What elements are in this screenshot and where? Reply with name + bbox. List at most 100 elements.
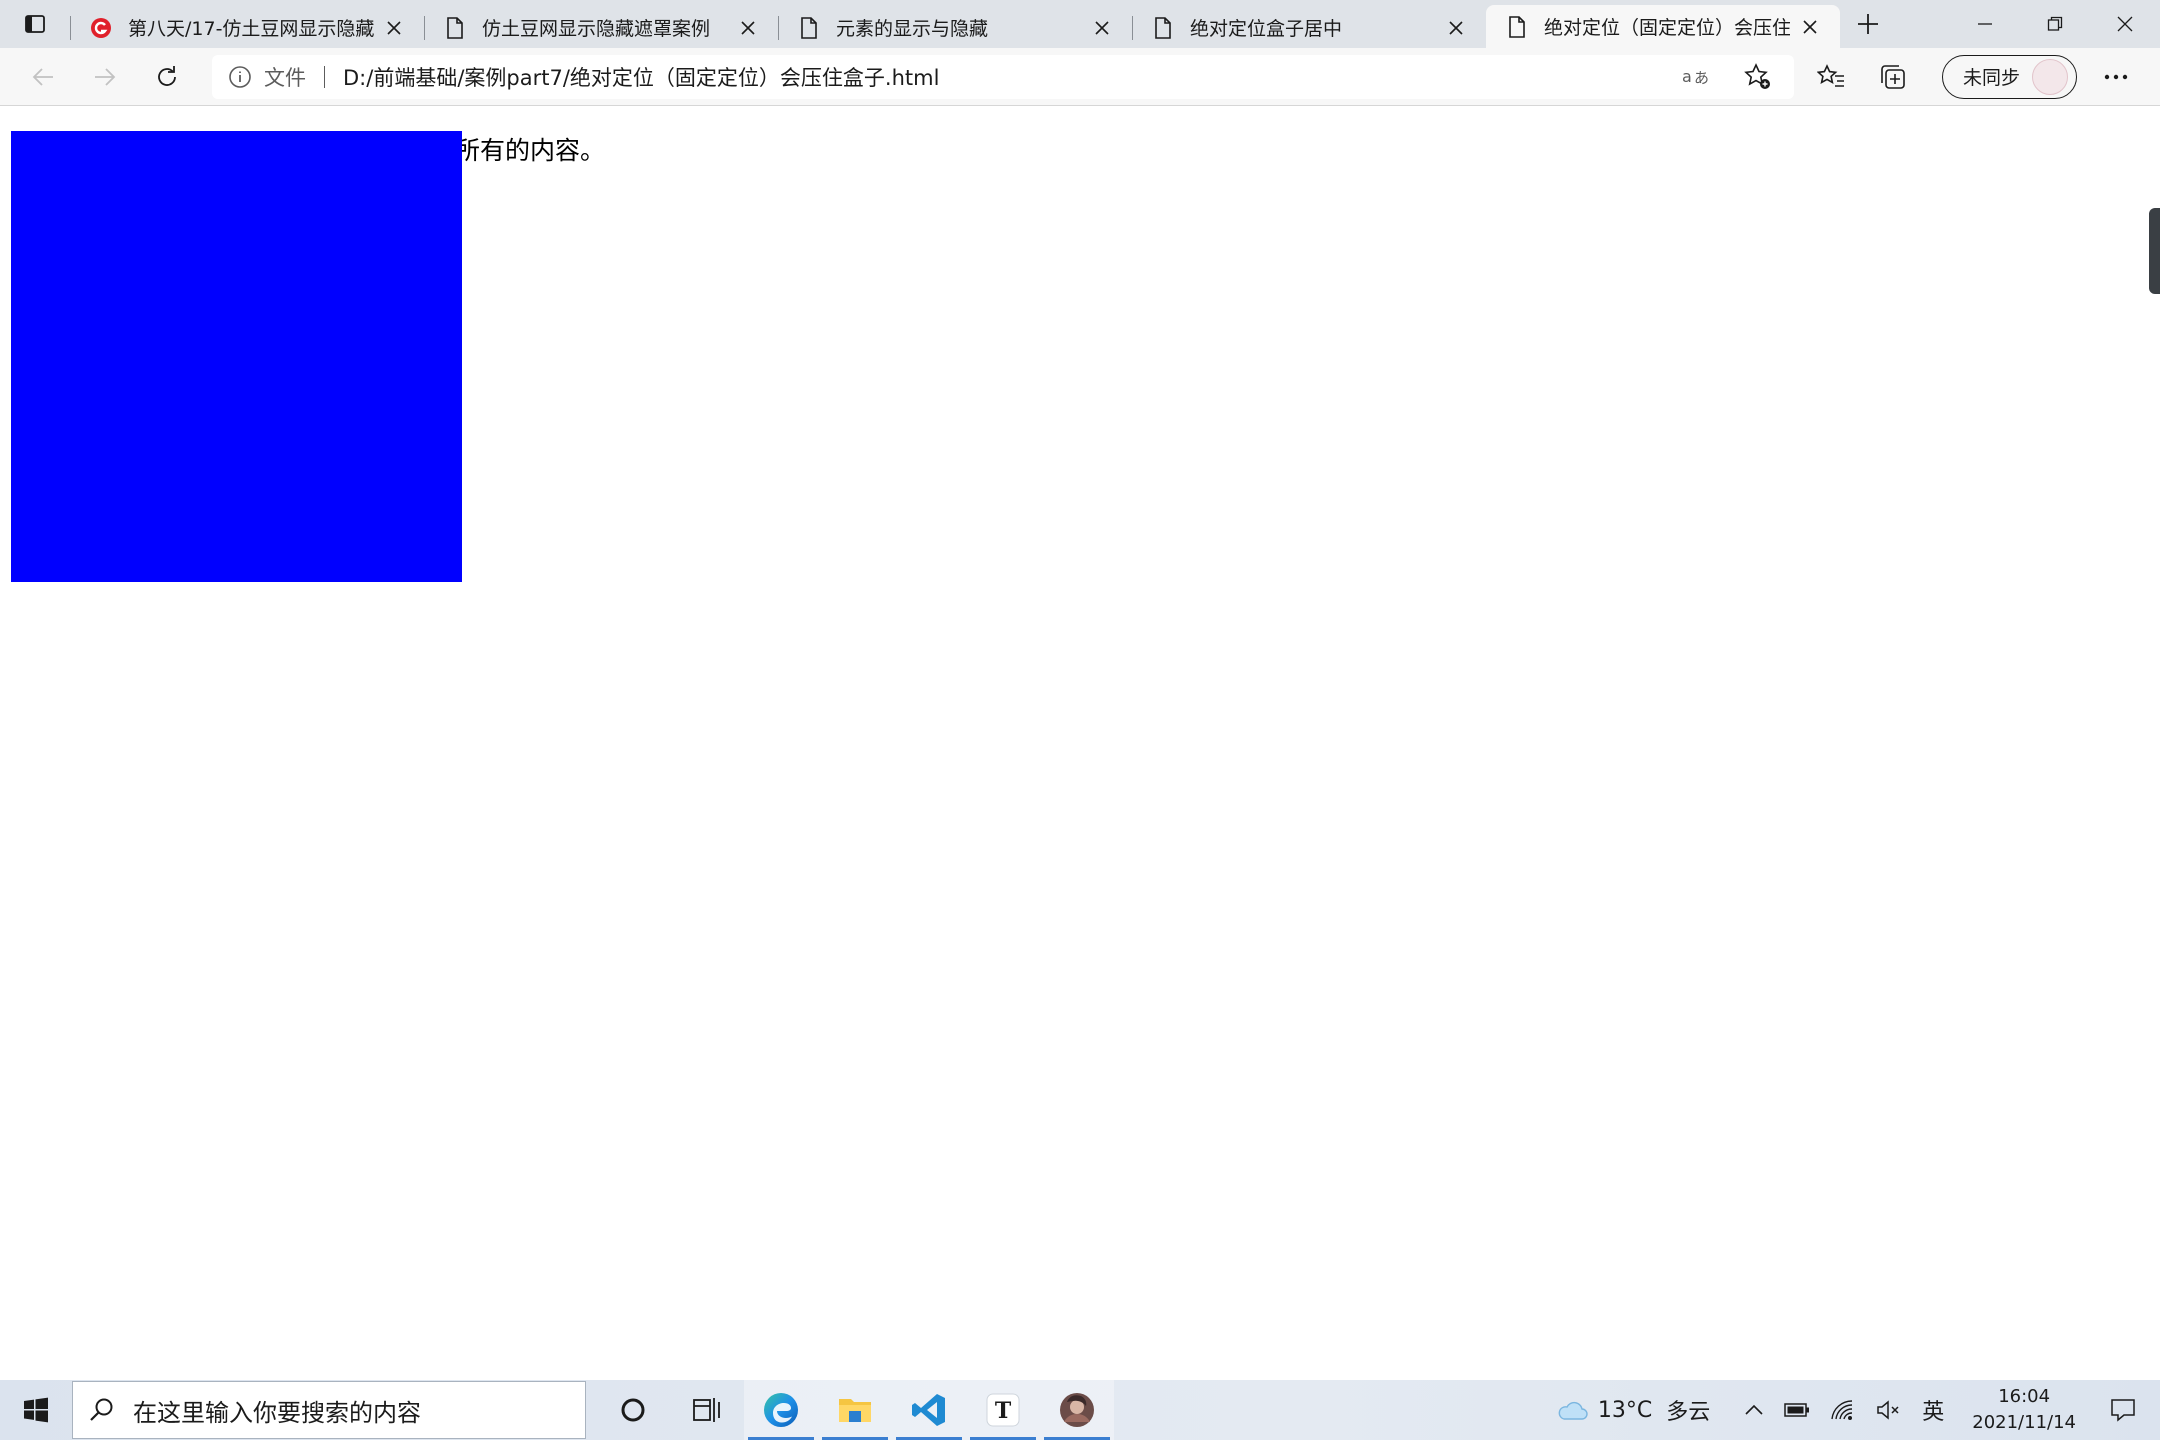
tab-title: 绝对定位盒子居中	[1190, 18, 1343, 40]
restore-icon	[2047, 16, 2063, 31]
notification-center-button[interactable]	[2094, 1380, 2160, 1440]
address-url[interactable]: D:/前端基础/案例part7/绝对定位（固定定位）会压住盒子.html	[343, 62, 1676, 92]
svg-text:a: a	[1682, 67, 1692, 86]
wifi-icon	[1831, 1400, 1853, 1420]
show-hidden-icons-button[interactable]	[1734, 1380, 1774, 1440]
typora-taskbar-button[interactable]: T	[966, 1380, 1040, 1440]
tab-title: 绝对定位（固定定位）会压住盒	[1544, 17, 1790, 39]
clock-date: 2021/11/14	[1972, 1412, 2076, 1433]
add-favorite-button[interactable]	[1738, 57, 1778, 97]
cloud-icon	[1558, 1401, 1588, 1420]
address-divider	[324, 65, 325, 88]
volume-muted-icon	[1877, 1400, 1899, 1420]
windows-taskbar: 在这里输入你要搜索的内容 T 13°C 多云 英 16:04 2021/11/1…	[0, 1380, 2160, 1440]
page-viewport: 所有的内容。	[0, 106, 2160, 1380]
close-icon[interactable]	[1090, 16, 1114, 40]
profile-status-label: 未同步	[1963, 67, 2021, 89]
tab-actions-button[interactable]	[0, 0, 70, 48]
weather-widget[interactable]: 13°C 多云	[1546, 1380, 1720, 1440]
close-icon	[2117, 16, 2133, 32]
system-clock[interactable]: 16:04 2021/11/14	[1954, 1384, 2094, 1436]
battery-status[interactable]	[1774, 1380, 1820, 1440]
windows-logo-icon	[24, 1397, 48, 1423]
file-icon	[444, 16, 466, 39]
tab-2[interactable]: 仿土豆网显示隐藏遮罩案例	[424, 7, 778, 48]
read-aloud-button[interactable]: a あ	[1676, 57, 1716, 97]
fixed-position-box	[11, 131, 462, 582]
close-icon[interactable]	[1798, 15, 1822, 39]
back-button[interactable]	[12, 48, 74, 105]
settings-more-button[interactable]	[2085, 48, 2147, 105]
address-bar[interactable]: 文件 D:/前端基础/案例part7/绝对定位（固定定位）会压住盒子.html …	[212, 54, 1794, 99]
more-icon	[2104, 74, 2128, 79]
file-icon	[798, 16, 820, 39]
search-icon	[90, 1398, 113, 1421]
address-scheme-label: 文件	[264, 65, 306, 90]
scrollbar-thumb[interactable]	[2149, 208, 2160, 294]
file-icon	[1152, 16, 1174, 39]
cortana-button[interactable]	[596, 1380, 670, 1440]
notification-icon	[2111, 1399, 2135, 1422]
weather-temp: 13°C	[1597, 1397, 1653, 1423]
network-status[interactable]	[1820, 1380, 1866, 1440]
refresh-icon	[158, 65, 176, 86]
profile-button[interactable]: 未同步	[1942, 54, 2078, 99]
input-method-indicator[interactable]: 英	[1912, 1380, 1954, 1440]
tab-4[interactable]: 绝对定位盒子居中	[1132, 7, 1486, 48]
site-logo-icon	[90, 17, 112, 39]
photo-app-icon	[1060, 1393, 1094, 1427]
tab-title: 第八天/17-仿土豆网显示隐藏遮罩	[128, 18, 374, 40]
minimize-button[interactable]	[1950, 0, 2020, 48]
refresh-button[interactable]	[136, 48, 198, 105]
info-icon[interactable]	[228, 65, 252, 89]
edge-icon	[764, 1393, 798, 1427]
task-view-icon	[693, 1398, 720, 1422]
tab-title: 元素的显示与隐藏	[836, 18, 989, 40]
tab-3[interactable]: 元素的显示与隐藏	[778, 7, 1132, 48]
minimize-icon	[1978, 23, 1992, 25]
translate-icon: a あ	[1682, 67, 1709, 87]
collections-icon	[1881, 64, 1905, 89]
tab-1[interactable]: 第八天/17-仿土豆网显示隐藏遮罩	[70, 7, 424, 48]
new-tab-button[interactable]	[1840, 0, 1896, 48]
tab-title: 仿土豆网显示隐藏遮罩案例	[482, 18, 711, 40]
system-tray: 13°C 多云 英 16:04 2021/11/14	[1546, 1380, 2160, 1440]
tab-5-active[interactable]: 绝对定位（固定定位）会压住盒	[1486, 5, 1840, 48]
clock-time: 16:04	[1998, 1386, 2051, 1407]
weather-desc: 多云	[1666, 1400, 1711, 1425]
svg-text:あ: あ	[1694, 69, 1709, 87]
arrow-right-icon	[95, 67, 116, 86]
svg-text:T: T	[995, 1398, 1012, 1424]
photo-app-taskbar-button[interactable]	[1040, 1380, 1114, 1440]
close-window-button[interactable]	[2090, 0, 2160, 48]
task-view-button[interactable]	[670, 1380, 744, 1440]
start-button[interactable]	[0, 1380, 72, 1440]
browser-toolbar: 文件 D:/前端基础/案例part7/绝对定位（固定定位）会压住盒子.html …	[0, 48, 2160, 106]
close-icon[interactable]	[1444, 16, 1468, 40]
file-explorer-taskbar-button[interactable]	[818, 1380, 892, 1440]
edge-taskbar-button[interactable]	[744, 1380, 818, 1440]
star-add-icon	[1744, 62, 1770, 89]
vscode-icon	[912, 1394, 945, 1426]
plus-icon	[1858, 14, 1878, 34]
battery-icon	[1784, 1403, 1810, 1417]
close-icon[interactable]	[382, 16, 406, 40]
volume-button[interactable]	[1866, 1380, 1912, 1440]
favorites-icon	[1817, 63, 1844, 87]
restore-button[interactable]	[2020, 0, 2090, 48]
collections-button[interactable]	[1862, 48, 1924, 105]
arrow-left-icon	[32, 67, 53, 86]
window-controls	[1950, 0, 2160, 48]
favorites-button[interactable]	[1800, 48, 1862, 105]
close-icon[interactable]	[736, 16, 760, 40]
search-placeholder: 在这里输入你要搜索的内容	[133, 1398, 421, 1427]
tab-strip: 第八天/17-仿土豆网显示隐藏遮罩 仿土豆网显示隐藏遮罩案例 元素的显示与隐藏 …	[0, 0, 2160, 48]
chevron-up-icon	[1745, 1404, 1763, 1415]
forward-button[interactable]	[74, 48, 136, 105]
file-icon	[1506, 15, 1528, 38]
file-explorer-icon	[839, 1399, 871, 1422]
cortana-icon	[621, 1398, 645, 1422]
typora-icon: T	[986, 1393, 1020, 1427]
vscode-taskbar-button[interactable]	[892, 1380, 966, 1440]
taskbar-search-box[interactable]: 在这里输入你要搜索的内容	[72, 1381, 586, 1439]
